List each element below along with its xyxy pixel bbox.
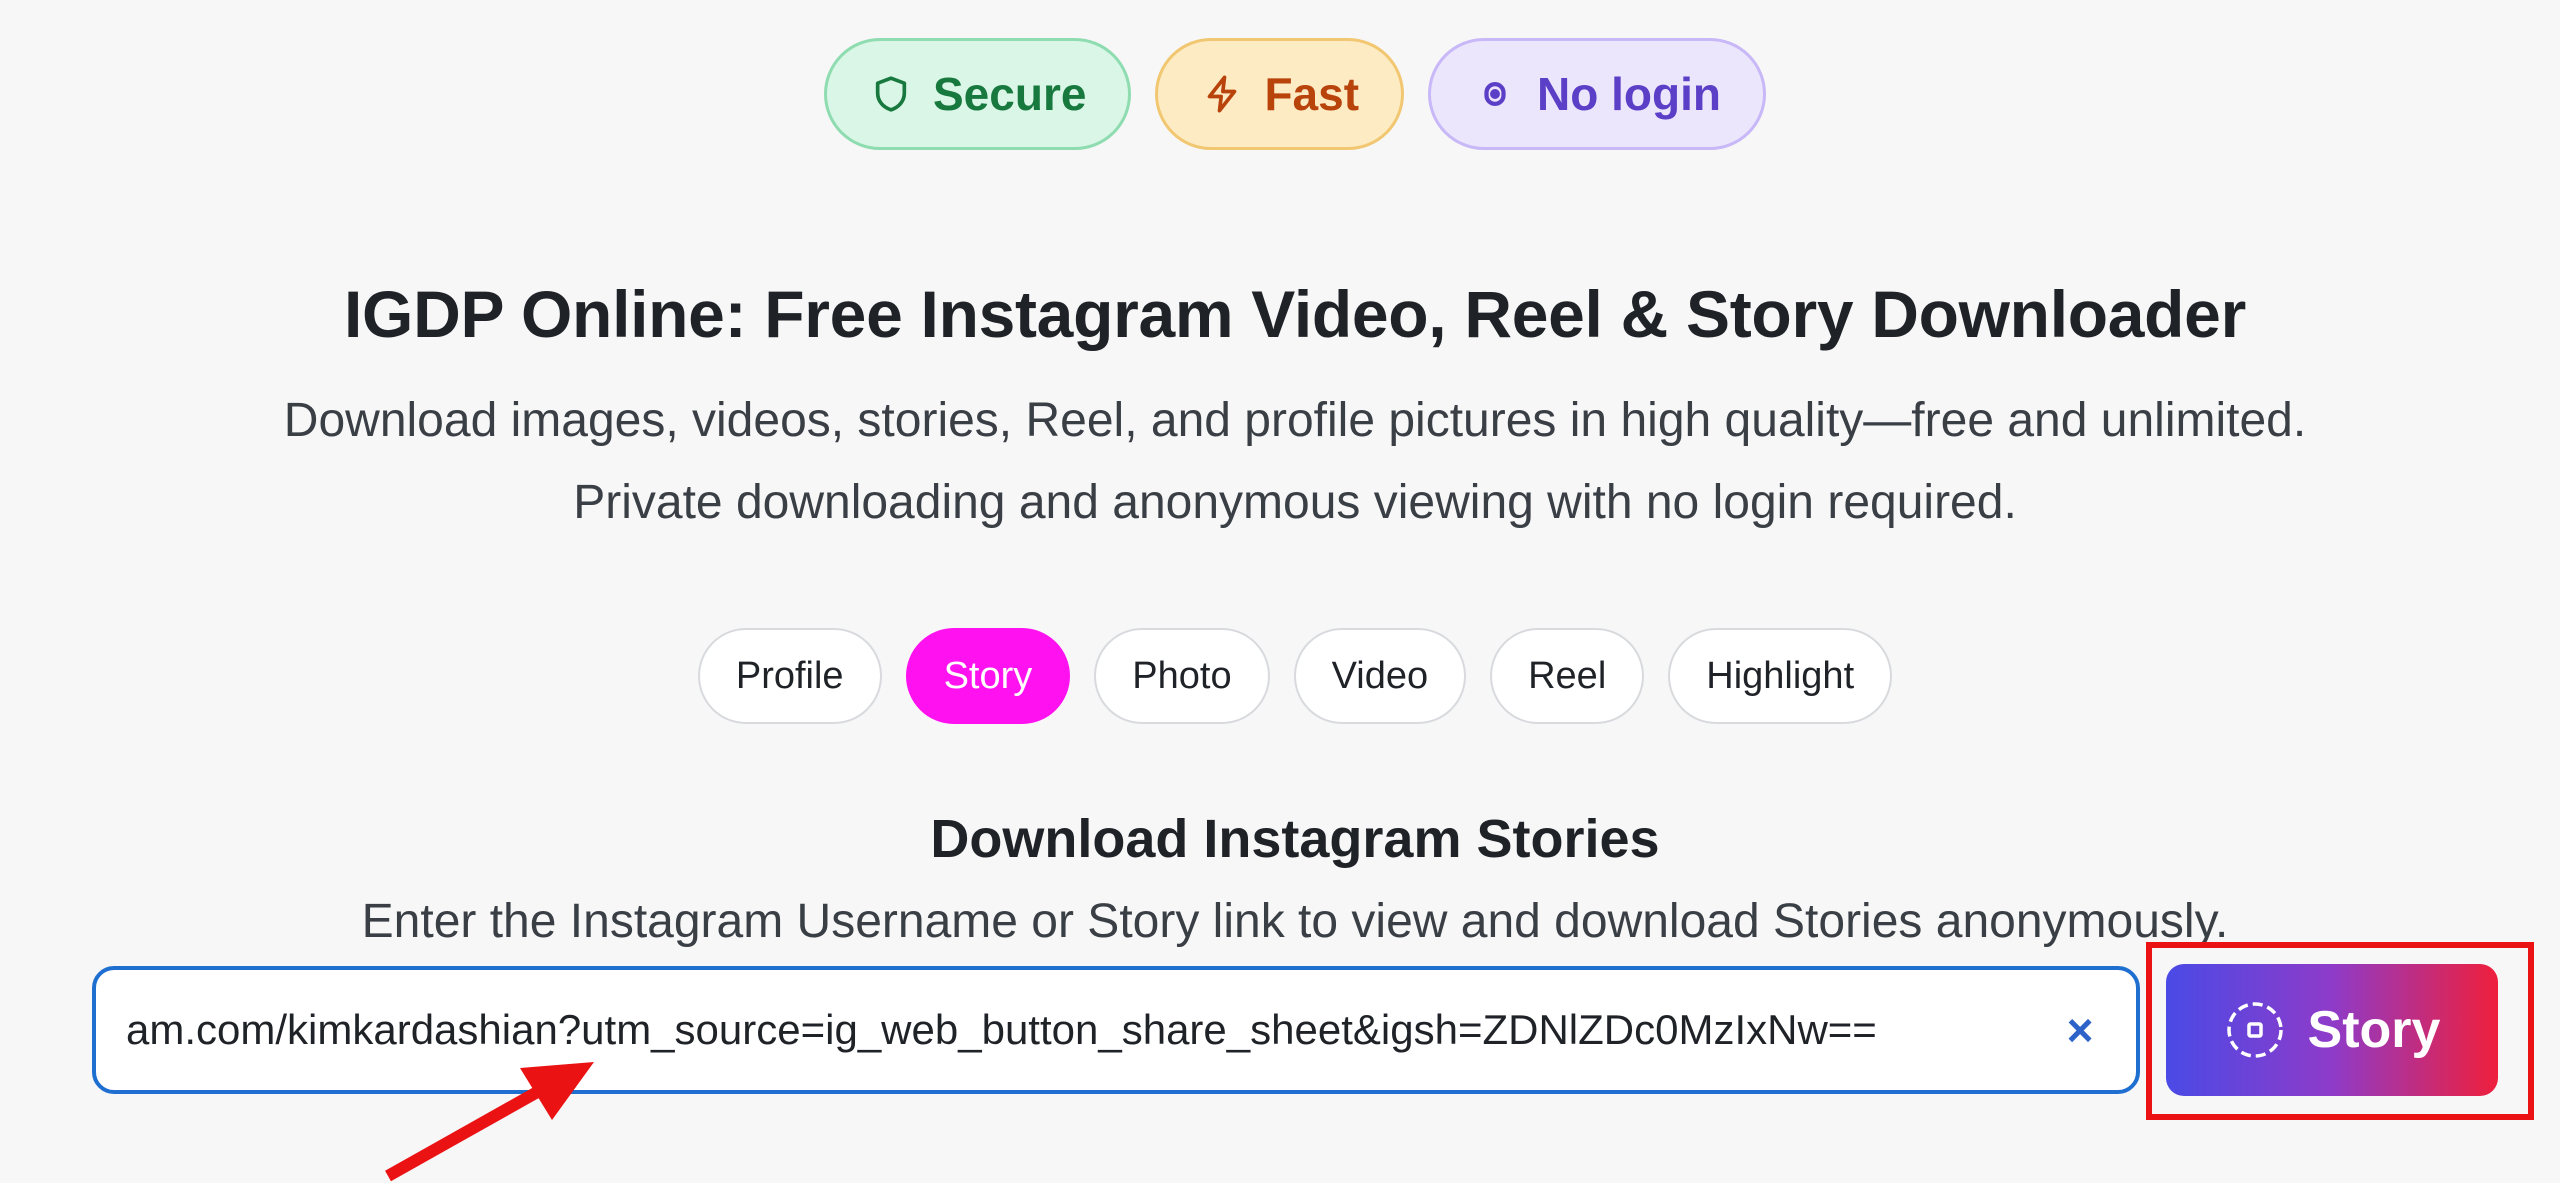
tab-story[interactable]: Story [905,628,1071,724]
badge-secure-label: Secure [933,68,1087,120]
annotation-arrow-icon [385,1062,594,1182]
hero-subtitle-line-2: Private downloading and anonymous viewin… [573,476,2017,529]
section-title: Download Instagram Stories [930,809,1660,869]
lock-icon [1475,74,1515,114]
tab-highlight[interactable]: Highlight [1668,628,1893,724]
shield-icon [871,74,911,114]
badge-fast: Fast [1155,38,1405,150]
badge-no-login: No login [1428,38,1766,150]
hero-subtitle: Download images, videos, stories, Reel, … [0,380,2560,544]
story-submit-button[interactable]: Story [2166,964,2498,1096]
feature-badges: Secure Fast No login [0,38,2560,150]
page-title: IGDP Online: Free Instagram Video, Reel … [344,277,2246,351]
tab-profile[interactable]: Profile [697,628,882,724]
tab-photo[interactable]: Photo [1094,628,1270,724]
story-submit-label: Story [2307,1001,2441,1059]
badge-secure: Secure [824,38,1132,150]
story-ring-icon [2224,999,2286,1061]
hero-subtitle-line-1: Download images, videos, stories, Reel, … [283,394,2307,447]
section-subtitle: Enter the Instagram Username or Story li… [361,895,2229,948]
tab-reel[interactable]: Reel [1490,628,1645,724]
badge-no-login-label: No login [1537,68,1721,120]
tab-video[interactable]: Video [1293,628,1467,724]
badge-fast-label: Fast [1264,68,1360,120]
lightning-icon [1202,74,1242,114]
download-type-tabs: Profile Story Photo Video Reel Highlight [0,628,2560,724]
clear-icon[interactable]: × [2050,1000,2110,1060]
